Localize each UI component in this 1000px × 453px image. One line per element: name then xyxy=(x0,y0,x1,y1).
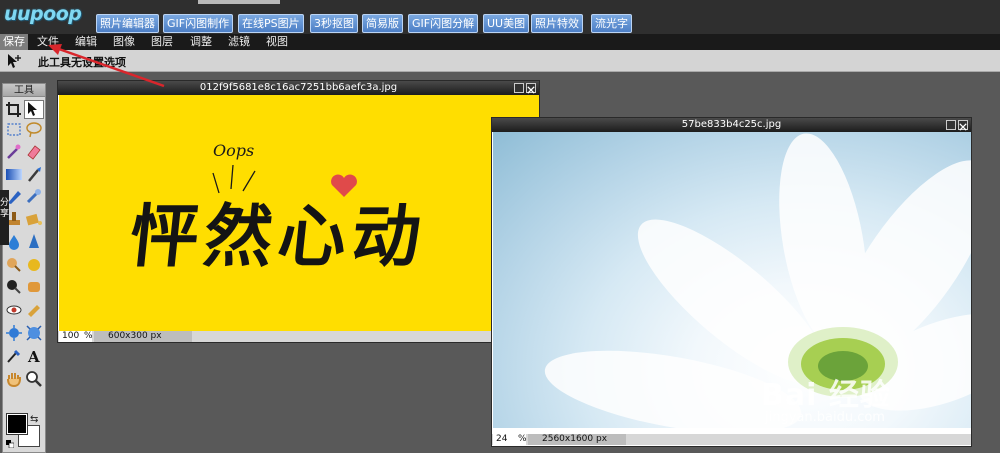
text-icon[interactable]: A xyxy=(25,347,43,364)
canvas-area-1[interactable]: Oops 怦然心动 xyxy=(59,95,539,331)
smudge-icon[interactable] xyxy=(25,188,43,205)
promo-link-uu-meitu[interactable]: UU美图 xyxy=(483,14,530,33)
burn-icon[interactable] xyxy=(25,256,43,273)
zoom-icon[interactable] xyxy=(25,370,43,387)
marquee-icon[interactable] xyxy=(5,121,23,138)
pinch-icon[interactable] xyxy=(5,324,23,341)
flower-photo xyxy=(544,133,971,428)
image-window-1[interactable]: 012f9f5681e8c16ac7251bb6aefc3a.jpg Oops … xyxy=(57,80,540,343)
maximize-icon[interactable] xyxy=(946,120,956,130)
options-text: 此工具无设置选项 xyxy=(38,56,126,69)
crop-icon[interactable] xyxy=(5,101,23,118)
menu-filter[interactable]: 滤镜 xyxy=(228,34,250,50)
lasso-icon[interactable] xyxy=(25,121,43,138)
menu-adjust[interactable]: 调整 xyxy=(190,34,212,50)
artwork-main-text: 怦然心动 xyxy=(126,198,431,277)
close-icon[interactable] xyxy=(958,120,968,131)
fill-bucket-icon[interactable] xyxy=(25,210,43,227)
menu-edit[interactable]: 编辑 xyxy=(75,34,97,50)
red-eye-icon[interactable] xyxy=(5,301,23,318)
menu-view[interactable]: 视图 xyxy=(266,34,288,50)
menu-bar: 保存 文件 编辑 图像 图层 调整 滤镜 视图 xyxy=(0,34,1000,50)
promo-link-cutout[interactable]: 3秒抠图 xyxy=(310,14,358,33)
foreground-color-swatch[interactable] xyxy=(6,413,28,435)
hand-icon[interactable] xyxy=(5,370,23,387)
sharpen-icon[interactable] xyxy=(25,233,43,250)
banner-strip xyxy=(198,0,280,4)
watermark-url: jingyan.baidu.com xyxy=(765,410,885,425)
heart-icon xyxy=(331,174,357,197)
options-bar: 此工具无设置选项 xyxy=(0,50,1000,72)
move-icon[interactable] xyxy=(24,100,44,119)
window-1-title[interactable]: 012f9f5681e8c16ac7251bb6aefc3a.jpg xyxy=(58,81,539,95)
menu-file[interactable]: 文件 xyxy=(37,34,59,50)
status-bar-2: 24 % 2560x1600 px xyxy=(492,434,971,445)
watermark-logo: Bai 经验 xyxy=(761,378,891,413)
zoom-value-2: 24 xyxy=(496,434,508,444)
app-logo[interactable]: uupoop xyxy=(4,3,82,25)
gradient-icon[interactable] xyxy=(5,166,23,183)
maximize-icon[interactable] xyxy=(514,83,524,93)
svg-text:A: A xyxy=(27,348,40,364)
promo-link-glow-text[interactable]: 流光字 xyxy=(591,14,632,33)
zoom-unit-2: % xyxy=(518,434,527,444)
menu-image[interactable]: 图像 xyxy=(113,34,135,50)
promo-link-gif-split[interactable]: GIF闪图分解 xyxy=(408,14,479,33)
burn-tool-icon[interactable] xyxy=(5,278,23,295)
promo-link-simple[interactable]: 简易版 xyxy=(362,14,403,33)
patch-icon[interactable] xyxy=(25,301,43,318)
magic-wand-icon[interactable] xyxy=(5,143,23,160)
close-icon[interactable] xyxy=(526,83,536,94)
menu-save[interactable]: 保存 xyxy=(0,34,28,50)
image-size-2: 2560x1600 px xyxy=(528,434,626,445)
share-side-tab[interactable]: 分享 xyxy=(0,190,9,245)
promo-link-gif-maker[interactable]: GIF闪图制作 xyxy=(163,14,234,33)
sponge-icon[interactable] xyxy=(25,278,43,295)
top-banner: uupoop 照片编辑器 GIF闪图制作 在线PS图片 3秒抠图 简易版 GIF… xyxy=(0,0,1000,34)
menu-layer[interactable]: 图层 xyxy=(151,34,173,50)
toolbox-panel: 工具 A ⇆ xyxy=(2,83,46,453)
brush-icon[interactable] xyxy=(25,166,43,183)
eyedropper-icon[interactable] xyxy=(5,347,23,364)
toolbox-title: 工具 xyxy=(3,84,45,97)
zoom-field-1[interactable]: 100 % xyxy=(59,331,93,342)
image-window-2[interactable]: 57be833b4c25c.jpg Bai 经验 jingyan.baidu.c… xyxy=(491,117,972,447)
status-bar-1: 100 % 600x300 px xyxy=(58,331,539,342)
bloat-icon[interactable] xyxy=(25,324,43,341)
zoom-value-1: 100 xyxy=(62,331,80,341)
promo-link-photo-effects[interactable]: 照片特效 xyxy=(531,14,583,33)
canvas-area-2[interactable]: Bai 经验 jingyan.baidu.com xyxy=(493,132,971,428)
window-2-title[interactable]: 57be833b4c25c.jpg xyxy=(492,118,971,132)
zoom-field-2[interactable]: 24 % xyxy=(493,434,527,445)
promo-link-online-ps[interactable]: 在线PS图片 xyxy=(238,14,304,33)
image-size-1: 600x300 px xyxy=(94,331,192,342)
reset-colors-icon[interactable] xyxy=(6,438,15,449)
zoom-unit-1: % xyxy=(84,331,93,341)
eraser-icon[interactable] xyxy=(25,143,43,160)
promo-link-photo-editor[interactable]: 照片编辑器 xyxy=(96,14,159,33)
dodge-icon[interactable] xyxy=(5,256,23,273)
swap-colors-icon[interactable]: ⇆ xyxy=(30,414,38,425)
current-tool-move-icon xyxy=(5,53,23,69)
